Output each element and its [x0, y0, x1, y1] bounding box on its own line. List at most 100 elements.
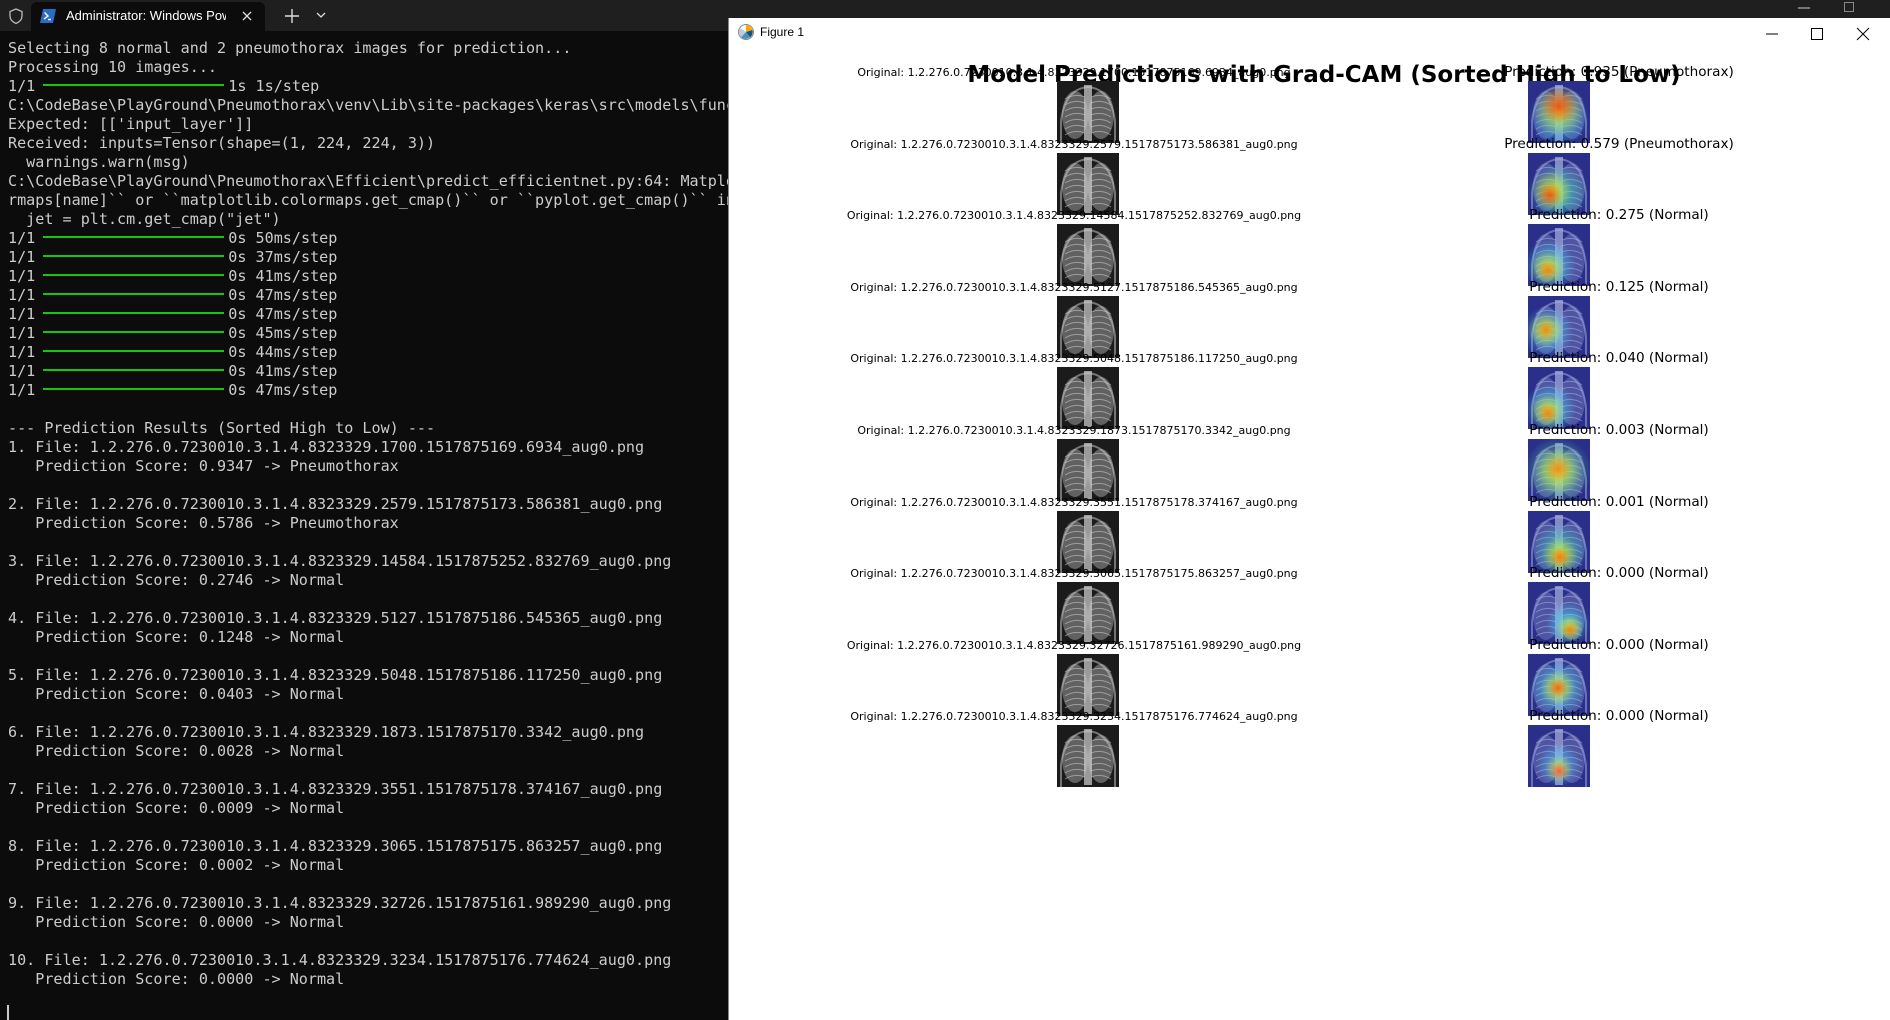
terminal-line: --- Prediction Results (Sorted High to L…	[8, 419, 436, 437]
terminal-line: rmaps[name]`` or ``matplotlib.colormaps.…	[8, 191, 728, 209]
terminal-line: 6. File: 1.2.276.0.7230010.3.1.4.8323329…	[8, 723, 645, 741]
progress-step: 1/1	[8, 248, 36, 266]
progress-time: 1s	[228, 77, 247, 95]
progress-bar	[43, 330, 225, 333]
progress-rate: 37ms/step	[255, 248, 338, 266]
progress-time: 0s	[228, 286, 247, 304]
terminal-line: 3. File: 1.2.276.0.7230010.3.1.4.8323329…	[8, 552, 672, 570]
gradcam-overlay-image	[1528, 152, 1590, 215]
prediction-title: Prediction: 0.000 (Normal)	[1529, 636, 1709, 653]
progress-line: 1/1 0s 41ms/step	[8, 267, 728, 286]
progress-bar	[43, 83, 225, 86]
terminal-line: 1. File: 1.2.276.0.7230010.3.1.4.8323329…	[8, 438, 645, 456]
gradcam-overlay-image	[1528, 367, 1590, 430]
prediction-title: Prediction: 0.003 (Normal)	[1529, 422, 1709, 438]
original-image-title: Original: 1.2.276.0.7230010.3.1.4.832332…	[857, 66, 1291, 79]
progress-time: 0s	[228, 362, 247, 380]
gradcam-overlay-image	[1528, 510, 1590, 573]
terminal-line: Expected: [['input_layer']]	[8, 115, 254, 133]
progress-line: 1/1 0s 45ms/step	[8, 324, 728, 343]
original-xray-image	[1057, 439, 1119, 501]
terminal-line: C:\CodeBase\PlayGround\Pneumothorax\venv…	[8, 96, 728, 114]
progress-step: 1/1	[8, 362, 36, 380]
original-image-title: Original: 1.2.276.0.7230010.3.1.4.832332…	[850, 567, 1298, 581]
terminal-output[interactable]: Selecting 8 normal and 2 pneumothorax im…	[8, 39, 728, 989]
minimize-icon[interactable]	[1764, 26, 1780, 42]
terminal-line: 7. File: 1.2.276.0.7230010.3.1.4.8323329…	[8, 780, 663, 798]
original-image-title: Original: 1.2.276.0.7230010.3.1.4.832332…	[850, 495, 1298, 509]
prediction-title: Prediction: 0.000 (Normal)	[1529, 708, 1709, 725]
original-image-title: Original: 1.2.276.0.7230010.3.1.4.832332…	[846, 638, 1302, 652]
prediction-title: Prediction: 0.001 (Normal)	[1529, 493, 1709, 510]
progress-step: 1/1	[8, 77, 36, 95]
original-image-title: Original: 1.2.276.0.7230010.3.1.4.832332…	[850, 710, 1298, 724]
plus-icon[interactable]	[282, 6, 302, 26]
terminal-line: C:\CodeBase\PlayGround\Pneumothorax\Effi…	[8, 172, 728, 190]
gradcam-overlay-image	[1528, 653, 1590, 716]
progress-rate: 47ms/step	[255, 286, 338, 304]
progress-time: 0s	[228, 267, 247, 285]
progress-line: 1/1 0s 47ms/step	[8, 381, 728, 400]
maximize-icon[interactable]	[1809, 26, 1825, 42]
progress-rate: 1s/step	[255, 77, 320, 95]
close-icon[interactable]	[1855, 26, 1871, 42]
terminal-line: Prediction Score: 0.0403 -> Normal	[8, 685, 345, 703]
terminal-line: Processing 10 images...	[8, 58, 218, 76]
terminal-tab-bar: Administrator: Windows PowerShell	[0, 0, 728, 31]
original-xray-image	[1057, 367, 1119, 430]
progress-line: 1/1 1s 1s/step	[8, 77, 728, 96]
progress-time: 0s	[228, 381, 247, 399]
progress-line: 1/1 0s 50ms/step	[8, 229, 728, 248]
terminal-line: Prediction Score: 0.0009 -> Normal	[8, 799, 345, 817]
restore-icon	[1844, 2, 1854, 12]
original-image-title: Original: 1.2.276.0.7230010.3.1.4.832332…	[850, 352, 1298, 366]
original-image-title: Original: 1.2.276.0.7230010.3.1.4.832332…	[846, 209, 1302, 223]
progress-bar	[43, 368, 225, 371]
progress-bar	[43, 254, 225, 257]
close-icon[interactable]	[239, 8, 255, 24]
progress-rate: 41ms/step	[255, 362, 338, 380]
progress-step: 1/1	[8, 324, 36, 342]
text-cursor	[7, 1005, 9, 1020]
figure-window: Figure 1 Model Predictions with Grad-CAM…	[728, 18, 1890, 1020]
terminal-line: Prediction Score: 0.0000 -> Normal	[8, 913, 345, 931]
original-image-title: Original: 1.2.276.0.7230010.3.1.4.832332…	[850, 137, 1298, 151]
terminal-line: Prediction Score: 0.9347 -> Pneumothorax	[8, 457, 399, 475]
progress-bar	[43, 349, 225, 352]
tab-title: Administrator: Windows PowerShell	[66, 8, 226, 23]
prediction-title: Prediction: 0.935 (Pneumothorax)	[1504, 64, 1734, 80]
progress-line: 1/1 0s 37ms/step	[8, 248, 728, 267]
progress-bar	[43, 311, 225, 314]
terminal-line: 4. File: 1.2.276.0.7230010.3.1.4.8323329…	[8, 609, 663, 627]
prediction-title: Prediction: 0.040 (Normal)	[1529, 350, 1709, 367]
original-xray-image	[1057, 81, 1119, 143]
chevron-down-icon[interactable]	[313, 7, 329, 23]
terminal-line: Received: inputs=Tensor(shape=(1, 224, 2…	[8, 134, 436, 152]
progress-step: 1/1	[8, 343, 36, 361]
progress-line: 1/1 0s 47ms/step	[8, 286, 728, 305]
prediction-title: Prediction: 0.579 (Pneumothorax)	[1504, 135, 1734, 152]
original-xray-image	[1057, 582, 1119, 645]
terminal-line: Prediction Score: 0.0002 -> Normal	[8, 856, 345, 874]
original-xray-image	[1057, 725, 1119, 788]
terminal-line: 10. File: 1.2.276.0.7230010.3.1.4.832332…	[8, 951, 672, 969]
terminal-tab-active[interactable]: Administrator: Windows PowerShell	[31, 2, 265, 31]
progress-step: 1/1	[8, 267, 36, 285]
figure-title-bar[interactable]: Figure 1	[729, 18, 1890, 50]
progress-step: 1/1	[8, 229, 36, 247]
original-xray-image	[1057, 224, 1119, 287]
progress-step: 1/1	[8, 286, 36, 304]
figure-title: Figure 1	[760, 25, 805, 39]
progress-time: 0s	[228, 343, 247, 361]
prediction-title: Prediction: 0.275 (Normal)	[1529, 207, 1709, 224]
terminal-line: warnings.warn(msg)	[8, 153, 190, 171]
prediction-title: Prediction: 0.000 (Normal)	[1529, 565, 1709, 582]
terminal-line: 9. File: 1.2.276.0.7230010.3.1.4.8323329…	[8, 894, 672, 912]
terminal-line: 2. File: 1.2.276.0.7230010.3.1.4.8323329…	[8, 495, 663, 513]
